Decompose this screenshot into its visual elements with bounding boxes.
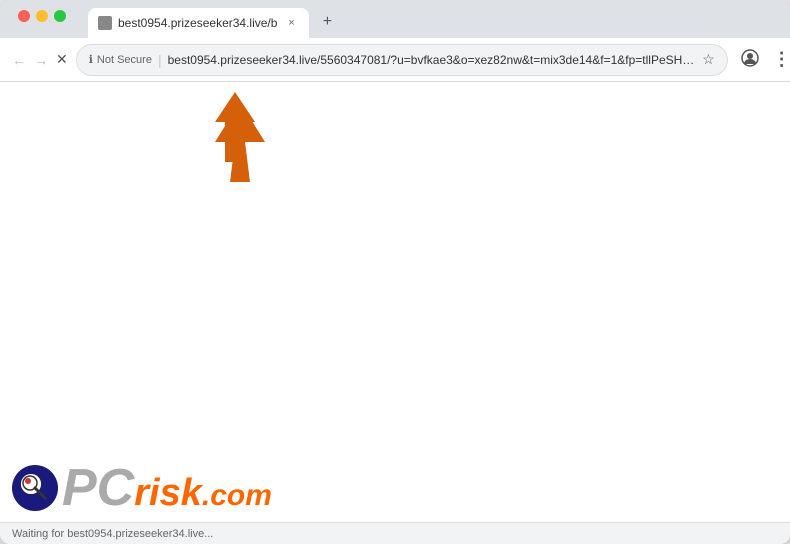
window-minimize-button[interactable] [36, 10, 48, 22]
tab-bar-inner: best0954.prizeseeker34.live/b × + [8, 8, 782, 38]
tab-bar: best0954.prizeseeker34.live/b × + [0, 0, 790, 38]
forward-icon: → [34, 52, 48, 68]
back-icon: ← [12, 52, 26, 68]
bookmark-icon[interactable]: ☆ [702, 51, 715, 68]
status-text: Waiting for best0954.prizeseeker34.live.… [12, 528, 213, 540]
tab-title: best0954.prizeseeker34.live/b [118, 16, 277, 30]
menu-icon: ⋮ [773, 49, 790, 70]
toolbar-actions: ⋮ [736, 46, 790, 74]
menu-button[interactable]: ⋮ [768, 46, 790, 74]
address-bar-actions: ☆ [702, 51, 715, 68]
pcrisk-risk-text: risk [134, 474, 202, 512]
status-bar: Waiting for best0954.prizeseeker34.live.… [0, 522, 790, 544]
profile-button[interactable] [736, 46, 764, 74]
info-icon: ℹ [89, 53, 93, 66]
active-tab[interactable]: best0954.prizeseeker34.live/b × [88, 8, 309, 38]
tab-favicon [98, 16, 112, 30]
security-label: Not Secure [97, 54, 152, 66]
pcrisk-com-text: .com [202, 481, 272, 511]
pcrisk-watermark: PC risk .com [0, 454, 284, 522]
pcrisk-logo-icon [12, 465, 58, 511]
window-close-button[interactable] [18, 10, 30, 22]
url-text: best0954.prizeseeker34.live/5560347081/?… [168, 53, 697, 67]
forward-button[interactable]: → [34, 46, 48, 74]
back-button[interactable]: ← [12, 46, 26, 74]
tab-close-button[interactable]: × [283, 15, 299, 31]
browser-window: best0954.prizeseeker34.live/b × + ← → ✕ … [0, 0, 790, 544]
close-icon: ✕ [56, 51, 68, 68]
separator: | [158, 52, 162, 68]
toolbar: ← → ✕ ℹ Not Secure | best0954.prizeseeke… [0, 38, 790, 82]
security-indicator: ℹ Not Secure [89, 53, 152, 66]
new-tab-button[interactable]: + [313, 8, 341, 36]
reload-button[interactable]: ✕ [56, 46, 68, 74]
pcrisk-pc-text: PC [62, 462, 134, 514]
pcrisk-icon-svg [17, 470, 53, 506]
window-controls [10, 10, 74, 32]
profile-icon [741, 49, 759, 71]
pcrisk-brand-text: PC risk .com [62, 462, 272, 514]
page-content: PC risk .com [0, 82, 790, 522]
window-maximize-button[interactable] [54, 10, 66, 22]
address-bar[interactable]: ℹ Not Secure | best0954.prizeseeker34.li… [76, 44, 728, 76]
arrow-up-svg [210, 92, 260, 162]
